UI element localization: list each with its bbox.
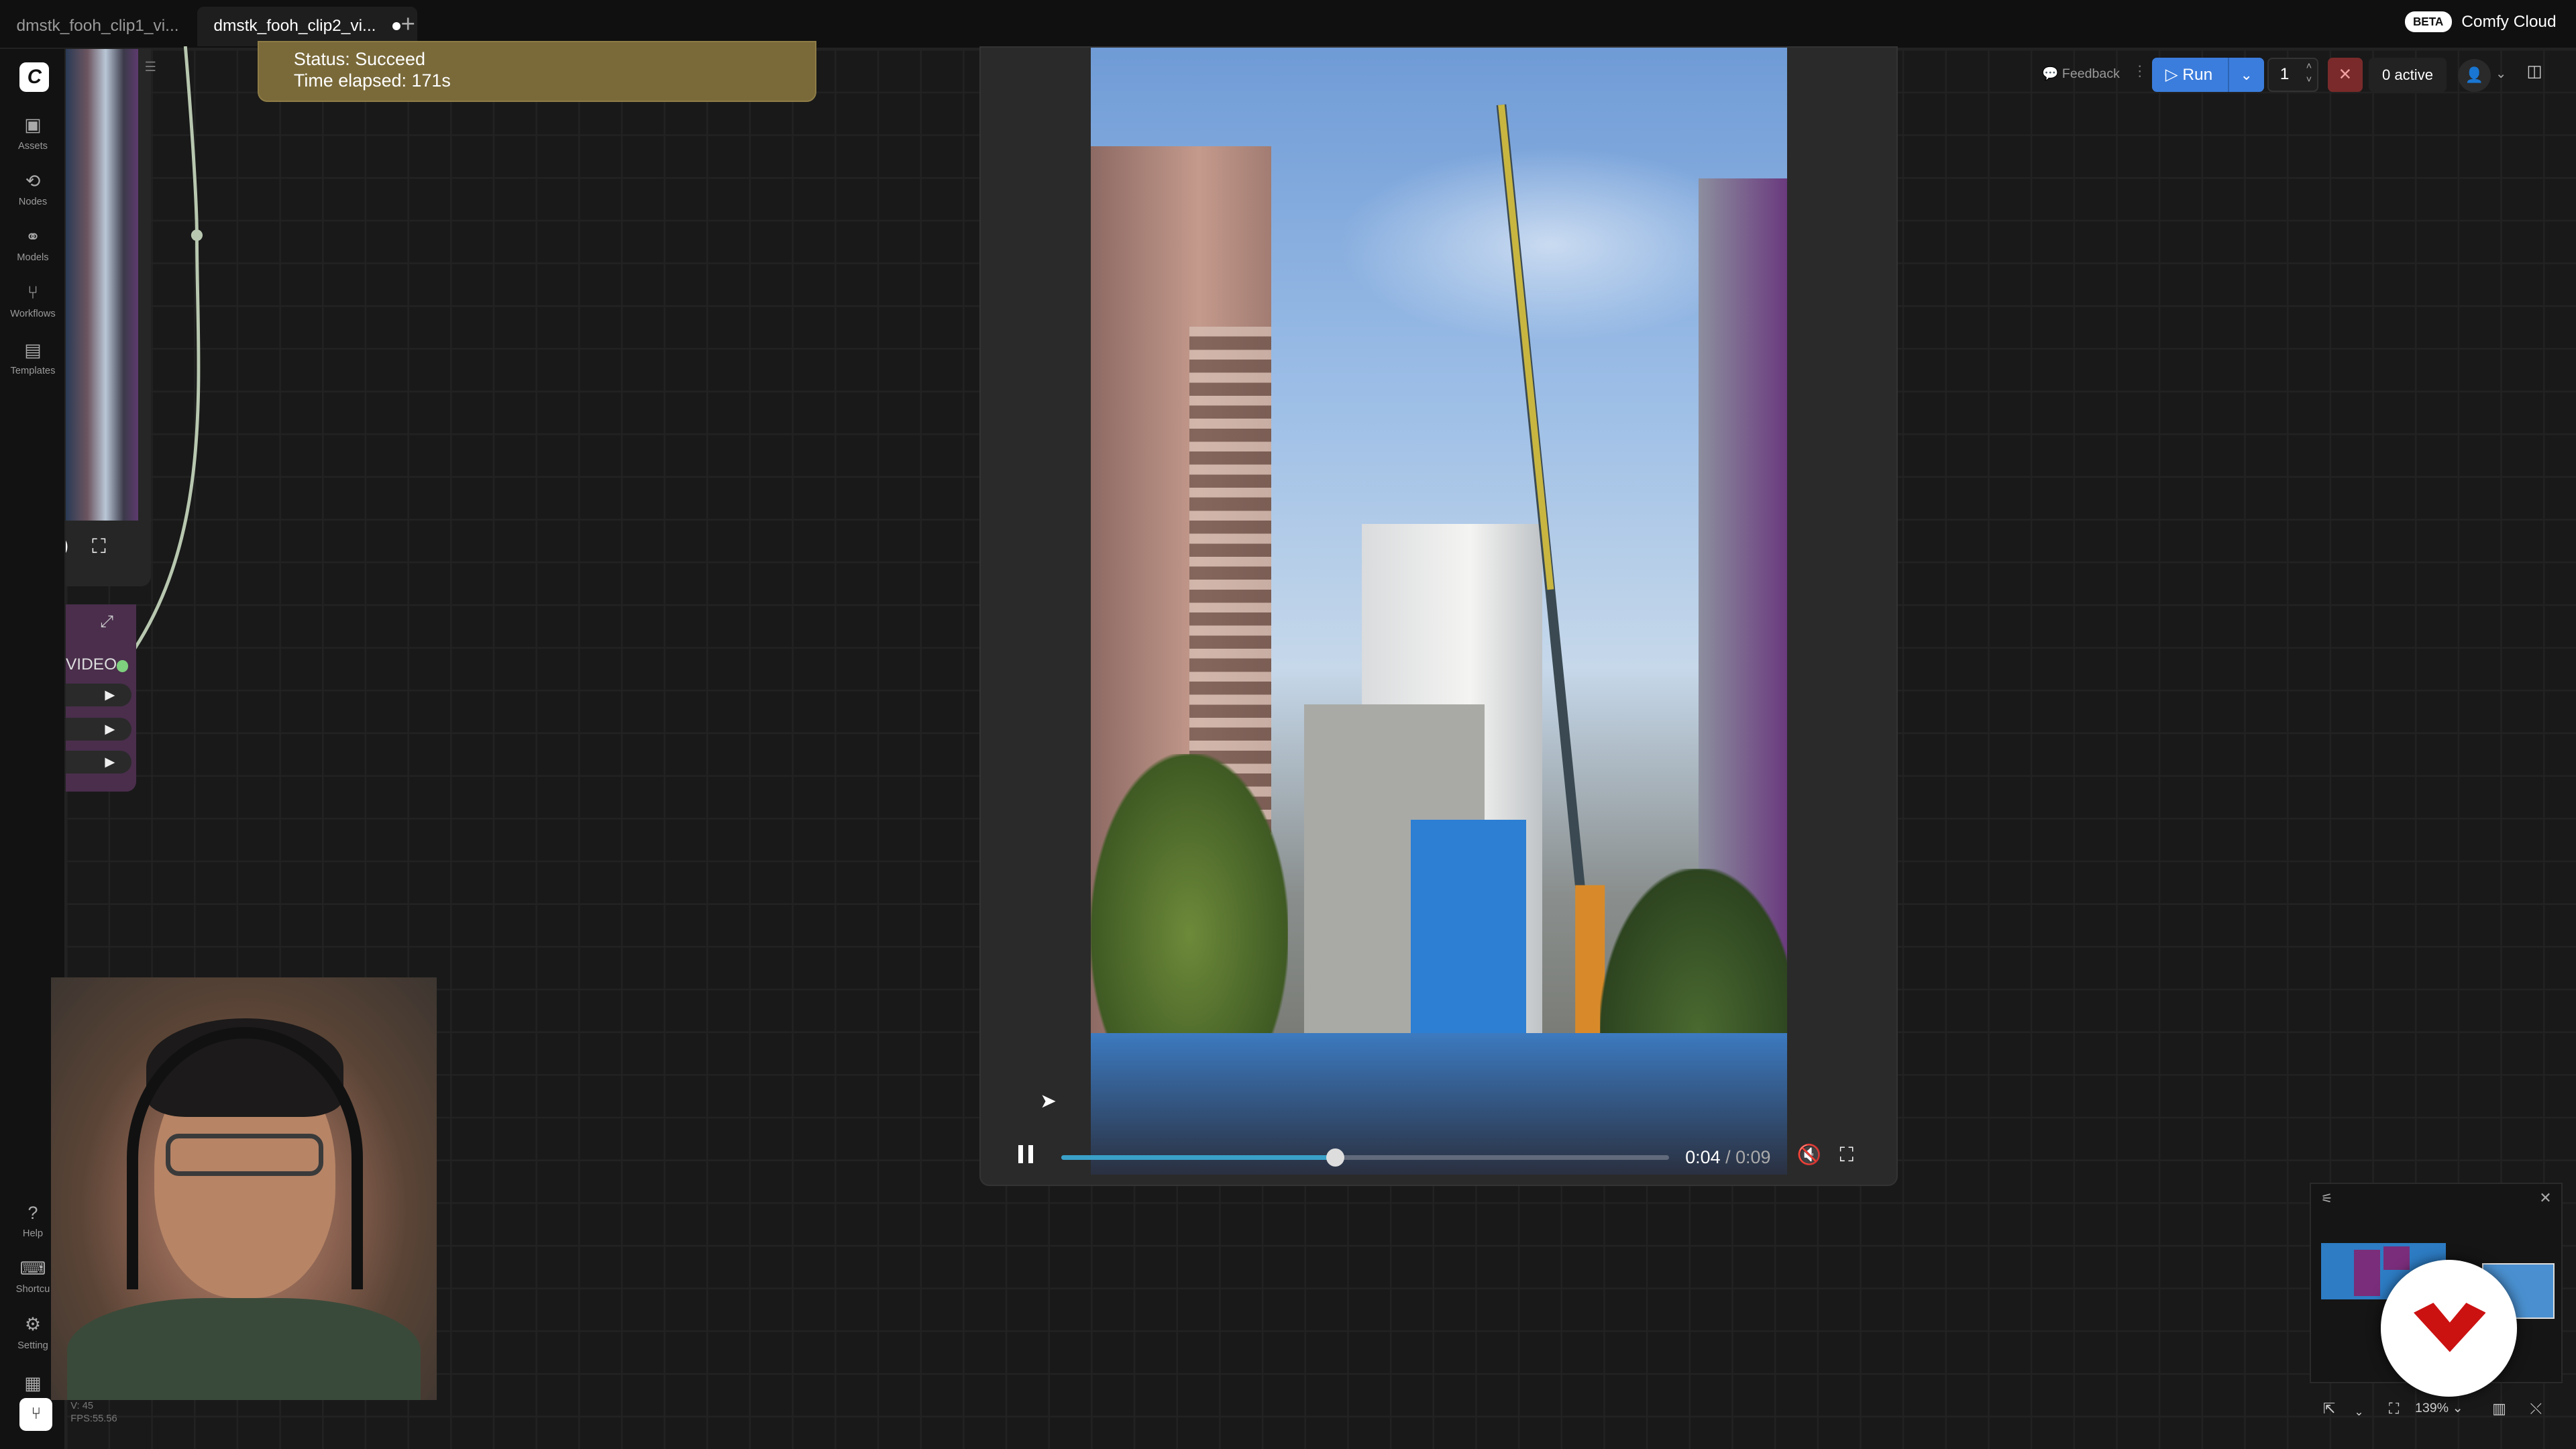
user-avatar-icon[interactable]: 👤 — [2457, 59, 2491, 93]
minimap-node — [2353, 1250, 2381, 1296]
beta-badge: BETA — [2404, 11, 2452, 32]
sidebar-item-workflows[interactable]: ⑂ Workflows — [0, 282, 66, 319]
sidebar-item-templates[interactable]: ▤ Templates — [0, 340, 66, 376]
play-button[interactable]: ▶ — [65, 718, 131, 741]
chevron-down-icon[interactable]: ⌄ — [2496, 66, 2506, 82]
minimap-node — [2383, 1246, 2410, 1270]
minimap-settings-icon[interactable]: ⚟ — [2321, 1191, 2333, 1207]
sidebar-item-assets[interactable]: ▣ Assets — [0, 115, 66, 151]
image-icon: ▣ — [24, 115, 42, 136]
cancel-run-button[interactable]: ✕ — [2328, 57, 2363, 93]
video-frame[interactable] — [1090, 47, 1788, 1175]
brand: BETA Comfy Cloud — [2404, 11, 2557, 32]
new-tab-button[interactable]: + — [401, 10, 415, 38]
video-player[interactable]: 0:04 / 0:09 🔇 ⛶ — [979, 46, 1898, 1187]
comfy-logo-icon[interactable]: C — [19, 62, 50, 93]
sidebar-label: Setting — [17, 1340, 48, 1351]
zoom-value: 139% — [2415, 1400, 2449, 1415]
sidebar-label: Assets — [17, 140, 48, 152]
menu-icon[interactable]: ☰ — [145, 59, 157, 75]
time-readout: 0:04 / 0:09 — [1685, 1147, 1770, 1168]
expand-icon[interactable]: ⤢ — [100, 612, 113, 631]
batch-count-input[interactable]: 1 ˄ ˅ — [2267, 57, 2318, 93]
link-visibility-icon[interactable]: ⤬ — [2530, 1400, 2542, 1417]
fps-line: V: 45 — [70, 1400, 94, 1411]
brand-name: Comfy Cloud — [2461, 12, 2557, 31]
sidebar-label: Help — [22, 1228, 44, 1239]
fullscreen-icon[interactable]: ⛶ — [1839, 1144, 1854, 1167]
fullscreen-icon[interactable]: ⛶ — [92, 535, 106, 558]
feedback-label: Feedback — [2061, 66, 2120, 82]
play-button[interactable]: ▶ — [65, 751, 131, 774]
glasses — [166, 1133, 324, 1177]
workflow-tab-active[interactable]: dmstk_fooh_clip2_vi... — [197, 6, 417, 46]
elapsed-text: Time elapsed: 171s — [293, 70, 451, 91]
run-label: Run — [2182, 65, 2213, 84]
panel-toggle-icon[interactable]: ◫ — [2527, 61, 2542, 81]
pause-button[interactable] — [1018, 1145, 1034, 1165]
seek-bar[interactable] — [1061, 1148, 1669, 1167]
workflows-icon: ⑂ — [27, 282, 39, 303]
active-count: 0 active — [2382, 66, 2433, 83]
seek-handle[interactable] — [1326, 1148, 1345, 1167]
webcam-overlay — [50, 977, 437, 1400]
select-tool-icon[interactable]: ⇱ — [2323, 1400, 2335, 1417]
unsaved-dot-icon — [392, 22, 401, 31]
run-button[interactable]: ▷ Run ⌄ — [2152, 57, 2264, 93]
video-thumbnail — [65, 49, 138, 521]
sidebar-label: Workflows — [10, 308, 56, 319]
models-icon: ⚭ — [25, 226, 41, 247]
nodes-icon: ⟲ — [25, 170, 41, 191]
status-node[interactable]: Status: Succeed Time elapsed: 171s — [258, 41, 817, 102]
player-controls: 0:04 / 0:09 🔇 ⛶ — [981, 1129, 1896, 1185]
zoom-level[interactable]: 139% ⌄ — [2415, 1400, 2463, 1416]
sidebar-label: Nodes — [18, 197, 48, 208]
workflow-tab[interactable]: dmstk_fooh_clip1_vi... — [0, 7, 195, 46]
stepper-icon[interactable]: ˄ ˅ — [2306, 60, 2312, 87]
time-separator: / — [1725, 1146, 1731, 1167]
fps-line: FPS:55.56 — [70, 1413, 117, 1425]
status-text: Status: Succeed — [293, 49, 425, 69]
queue-status-button[interactable]: 0 active — [2369, 57, 2447, 93]
mouse-cursor-icon: ➤ — [1040, 1089, 1057, 1112]
sidebar-item-nodes[interactable]: ⟲ Nodes — [0, 171, 66, 207]
person-shirt — [67, 1297, 421, 1400]
duration: 0:09 — [1735, 1146, 1771, 1167]
mute-icon[interactable]: 🔇 — [1797, 1144, 1822, 1167]
batch-count-value: 1 — [2279, 64, 2290, 83]
workflow-graph-button[interactable]: ⑂ — [19, 1398, 53, 1432]
run-options-chevron-icon[interactable]: ⌄ — [2227, 57, 2264, 93]
close-icon[interactable]: ✕ — [2539, 1189, 2551, 1207]
video-output-node[interactable]: ⤢ VIDEO ▶ ▶ ▶ — [65, 604, 137, 792]
seek-progress — [1061, 1155, 1335, 1161]
sidebar-label: Shortcu — [15, 1284, 50, 1295]
templates-icon: ▤ — [24, 339, 42, 360]
recording-logo-icon — [2380, 1260, 2517, 1397]
play-button[interactable]: ▶ — [65, 683, 131, 707]
fps-readout: V: 45 FPS:55.56 — [70, 1400, 117, 1426]
output-label: VIDEO — [65, 655, 117, 674]
sidebar-item-models[interactable]: ⚭ Models — [0, 227, 66, 263]
fit-view-icon[interactable]: ⛶ — [2389, 1400, 2399, 1417]
chevron-down-icon[interactable]: ⌄ — [2354, 1405, 2363, 1419]
current-time: 0:04 — [1685, 1146, 1721, 1167]
sidebar-label: Models — [17, 252, 49, 264]
tab-label: dmstk_fooh_clip1_vi... — [16, 16, 179, 35]
video-preview-node[interactable]: ☰ ) ⛶ — [62, 49, 156, 587]
tab-label: dmstk_fooh_clip2_vi... — [213, 16, 376, 35]
sidebar-label: Templates — [10, 366, 56, 377]
output-slot[interactable] — [116, 660, 128, 672]
minimap-toggle-icon[interactable]: ▥ — [2492, 1400, 2506, 1417]
feedback-button[interactable]: 💬 Feedback — [2032, 59, 2129, 89]
